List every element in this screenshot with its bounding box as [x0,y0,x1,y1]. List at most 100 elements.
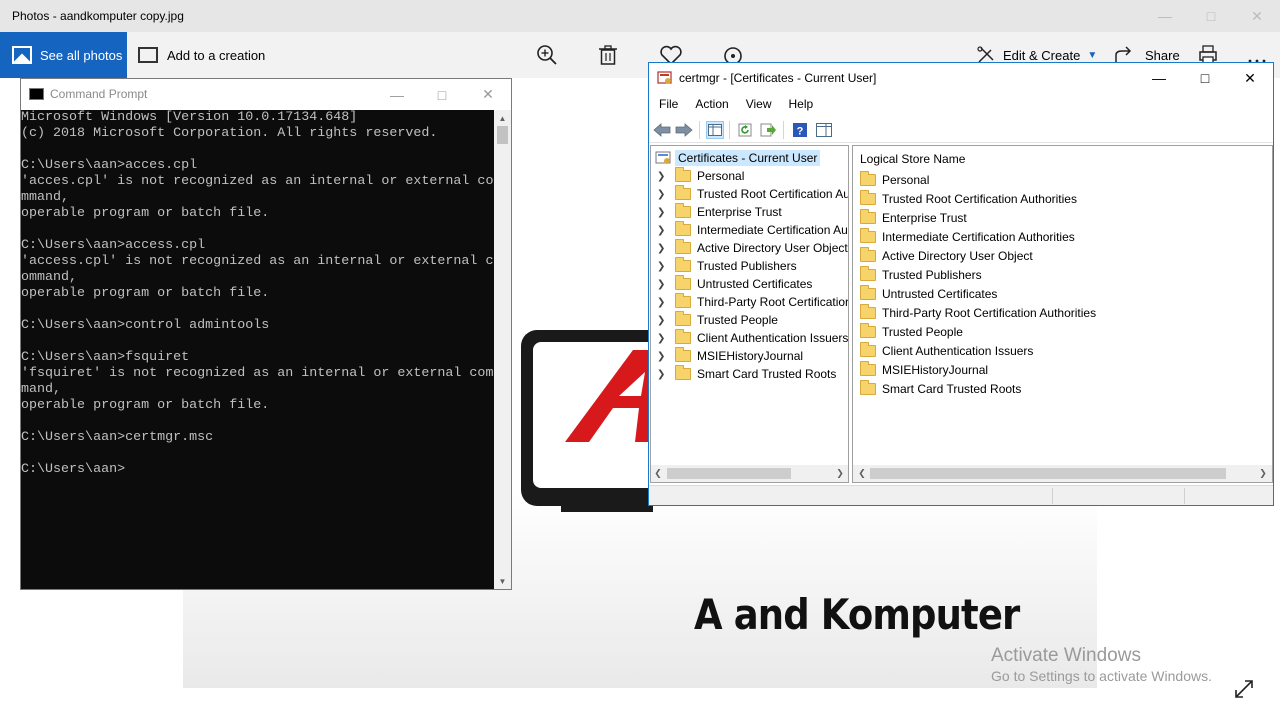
tree-item[interactable]: ❯ Trusted People [657,311,778,329]
scroll-left-icon[interactable]: ❮ [651,465,665,482]
certmgr-window[interactable]: certmgr - [Certificates - Current User] … [648,62,1274,506]
chevron-right-icon[interactable]: ❯ [657,225,667,236]
tree-item[interactable]: ❯ Client Authentication Issuers [657,329,848,347]
tree-item[interactable]: ❯ Untrusted Certificates [657,275,812,293]
list-item[interactable]: Trusted People [860,323,963,341]
back-arrow-icon[interactable] [653,121,671,139]
tree-item[interactable]: ❯ Third-Party Root Certificatior [657,293,848,311]
chevron-right-icon[interactable]: ❯ [657,279,667,290]
cmd-output-line: mmand, [21,190,70,205]
certmgr-minimize-button[interactable]: — [1136,63,1182,93]
command-prompt-window[interactable]: Command Prompt — □ ✕ Microsoft Windows [… [20,78,512,590]
list-scroll-thumb[interactable] [870,468,1226,479]
tree-item-label: Trusted Root Certification Au [697,187,849,201]
chevron-right-icon[interactable]: ❯ [657,315,667,326]
photos-minimize-button[interactable]: — [1142,0,1188,32]
menu-help[interactable]: Help [789,97,814,111]
chevron-right-icon[interactable]: ❯ [657,243,667,254]
chevron-right-icon[interactable]: ❯ [657,261,667,272]
list-item[interactable]: Trusted Publishers [860,266,982,284]
tree-item[interactable]: ❯ Personal [657,167,744,185]
menu-file[interactable]: File [659,97,678,111]
cmd-console-output[interactable]: Microsoft Windows [Version 10.0.17134.64… [21,110,494,590]
folder-icon [860,342,876,357]
list-item[interactable]: Third-Party Root Certification Authoriti… [860,304,1096,322]
menu-view[interactable]: View [746,97,772,111]
folder-icon [860,361,876,376]
list-item[interactable]: Untrusted Certificates [860,285,997,303]
cmd-output-line: C:\Users\aan> [21,462,126,477]
tree-item[interactable]: ❯ Trusted Root Certification Au [657,185,849,203]
scroll-right-icon[interactable]: ❯ [833,465,847,482]
export-list-icon[interactable] [759,121,777,139]
cmd-close-button[interactable]: ✕ [465,79,511,110]
help-icon[interactable]: ? [791,121,809,139]
tree-horizontal-scrollbar[interactable]: ❮ ❯ [651,465,848,482]
certmgr-title-bar[interactable]: certmgr - [Certificates - Current User] … [649,63,1273,93]
cmd-scroll-thumb[interactable] [497,126,508,144]
scroll-left-icon[interactable]: ❮ [855,465,869,482]
list-item[interactable]: Active Directory User Object [860,247,1033,265]
list-item-label: Intermediate Certification Authorities [882,230,1075,244]
results-list-pane[interactable]: Logical Store Name Personal Trusted Root … [852,145,1273,483]
see-all-photos-button[interactable]: See all photos [0,32,127,78]
certmgr-maximize-button[interactable]: □ [1182,63,1228,93]
scroll-right-icon[interactable]: ❯ [1256,465,1270,482]
list-item[interactable]: Personal [860,171,929,189]
list-item[interactable]: Client Authentication Issuers [860,342,1033,360]
chevron-right-icon[interactable]: ❯ [657,171,667,182]
tree-item[interactable]: ❯ Smart Card Trusted Roots [657,365,836,383]
cmd-maximize-button[interactable]: □ [419,79,465,110]
photos-maximize-button[interactable]: □ [1188,0,1234,32]
tree-item[interactable]: ❯ Enterprise Trust [657,203,782,221]
chevron-right-icon[interactable]: ❯ [657,297,667,308]
scroll-down-icon[interactable]: ▼ [494,573,511,589]
tree-item[interactable]: ❯ Trusted Publishers [657,257,797,275]
delete-icon[interactable] [596,43,620,67]
tree-item[interactable]: ❯ Active Directory User Object [657,239,848,257]
folder-icon [675,239,691,254]
fullscreen-expand-icon[interactable] [1232,677,1256,701]
show-hide-console-tree-icon[interactable] [706,121,724,139]
tree-item[interactable]: ❯ Intermediate Certification Au [657,221,848,239]
forward-arrow-icon[interactable] [675,121,693,139]
column-header-logical-store-name[interactable]: Logical Store Name [860,152,965,166]
tree-scroll-thumb[interactable] [667,468,791,479]
cmd-output-line: ommand, [21,270,78,285]
list-item[interactable]: Intermediate Certification Authorities [860,228,1075,246]
scroll-up-icon[interactable]: ▲ [494,110,511,126]
tree-item-label: Active Directory User Object [697,241,848,255]
chevron-right-icon[interactable]: ❯ [657,351,667,362]
list-horizontal-scrollbar[interactable]: ❮ ❯ [853,465,1272,482]
list-item[interactable]: Enterprise Trust [860,209,967,227]
cmd-window-title: Command Prompt [50,87,148,101]
menu-action[interactable]: Action [695,97,728,111]
zoom-in-icon[interactable] [535,43,559,67]
tree-item[interactable]: ❯ MSIEHistoryJournal [657,347,803,365]
chevron-right-icon[interactable]: ❯ [657,207,667,218]
tree-root-certificates[interactable]: Certificates - Current User [655,149,821,167]
show-hide-action-pane-icon[interactable] [815,121,833,139]
list-item[interactable]: MSIEHistoryJournal [860,361,988,379]
chevron-right-icon[interactable]: ❯ [657,369,667,380]
list-item-label: Trusted Publishers [882,268,982,282]
add-to-creation-button[interactable]: Add to a creation [138,32,265,78]
tree-item-label: Personal [697,169,745,183]
cmd-output-line: C:\Users\aan>access.cpl [21,238,206,253]
photos-close-button[interactable]: ✕ [1234,0,1280,32]
cmd-output-line [21,222,494,238]
refresh-icon[interactable] [737,121,755,139]
cmd-vertical-scrollbar[interactable]: ▲ ▼ [494,110,511,589]
cmd-title-bar[interactable]: Command Prompt — □ ✕ [21,79,511,110]
tree-item-label: Enterprise Trust [697,205,782,219]
console-tree-pane[interactable]: Certificates - Current User ❯ Personal ❯ Tr… [650,145,849,483]
list-item[interactable]: Smart Card Trusted Roots [860,380,1021,398]
list-item-label: Enterprise Trust [882,211,967,225]
chevron-right-icon[interactable]: ❯ [657,189,667,200]
list-item[interactable]: Trusted Root Certification Authorities [860,190,1077,208]
cmd-minimize-button[interactable]: — [374,79,420,110]
chevron-right-icon[interactable]: ❯ [657,333,667,344]
list-item-label: Personal [882,173,930,187]
certmgr-close-button[interactable]: ✕ [1227,63,1273,93]
folder-icon [675,365,691,380]
